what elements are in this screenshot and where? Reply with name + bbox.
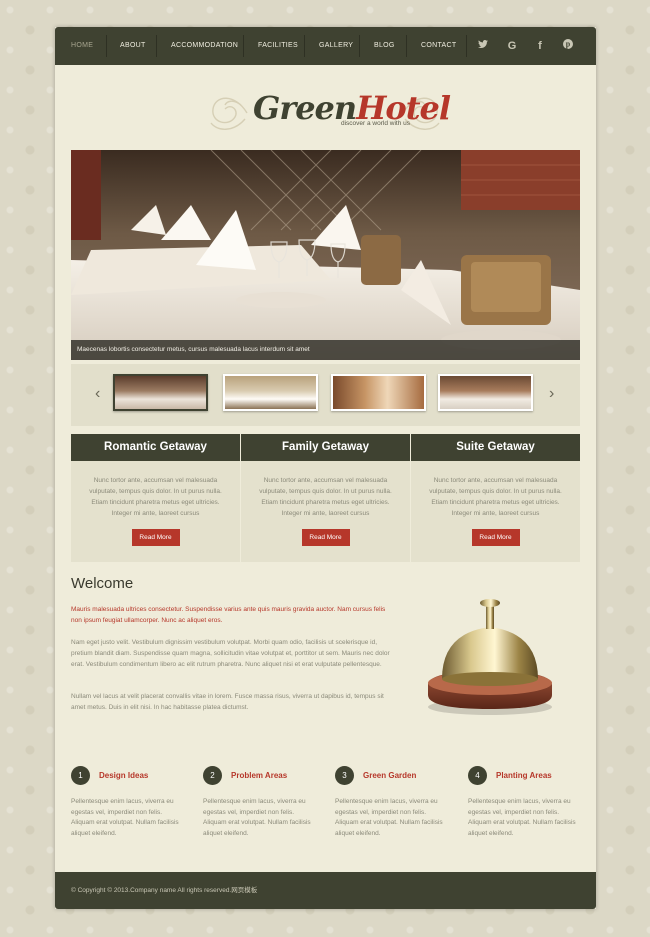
site-logo[interactable]: GreenHotel discover a world with us bbox=[205, 83, 451, 143]
step-number: 2 bbox=[203, 766, 222, 785]
thumbnail-twin-room[interactable] bbox=[438, 374, 533, 411]
facebook-icon[interactable]: f bbox=[532, 38, 548, 54]
nav-divider bbox=[359, 35, 360, 57]
step-text: Pellentesque enim lacus, viverra eu eges… bbox=[468, 798, 576, 837]
copyright-text: © Copyright © 2013.Company name All righ… bbox=[71, 887, 258, 894]
feature-family-getaway: Family Getaway Nunc tortor ante, accumsa… bbox=[241, 434, 410, 562]
google-icon[interactable]: G bbox=[504, 38, 520, 54]
nav-item-facilities[interactable]: FACILITIES bbox=[258, 27, 298, 65]
step-title[interactable]: Green Garden bbox=[363, 771, 416, 780]
step-text: Pellentesque enim lacus, viverra eu eges… bbox=[71, 798, 179, 837]
pinterest-icon[interactable]: p bbox=[560, 38, 576, 54]
feature-text: Nunc tortor ante, accumsan vel malesuada… bbox=[259, 477, 392, 517]
slider-thumbnails: ‹ › bbox=[71, 364, 580, 426]
welcome-lead-text: Mauris malesuada ultrices consectetur. S… bbox=[71, 606, 386, 624]
read-more-button[interactable]: Read More bbox=[471, 529, 520, 546]
step-number: 1 bbox=[71, 766, 90, 785]
nav-item-home[interactable]: HOME bbox=[71, 27, 93, 65]
step-number: 4 bbox=[468, 766, 487, 785]
thumbnail-suite[interactable] bbox=[331, 374, 426, 411]
nav-divider bbox=[243, 35, 244, 57]
nav-item-accommodation[interactable]: ACCOMMODATION bbox=[171, 27, 238, 65]
prev-arrow-icon[interactable]: ‹ bbox=[95, 384, 100, 404]
thumbnail-bedroom[interactable] bbox=[223, 374, 318, 411]
feature-text: Nunc tortor ante, accumsan vel malesuada… bbox=[89, 477, 222, 517]
site-footer: © Copyright © 2013.Company name All righ… bbox=[55, 872, 596, 909]
nav-item-blog[interactable]: BLOG bbox=[374, 27, 395, 65]
feature-title: Family Getaway bbox=[241, 434, 410, 461]
welcome-paragraph: Nam eget justo velit. Vestibulum digniss… bbox=[71, 639, 390, 668]
service-bell-icon bbox=[428, 599, 552, 715]
step-number: 3 bbox=[335, 766, 354, 785]
read-more-button[interactable]: Read More bbox=[301, 529, 350, 546]
feature-text: Nunc tortor ante, accumsan vel malesuada… bbox=[429, 477, 562, 517]
read-more-button[interactable]: Read More bbox=[131, 529, 180, 546]
slider-caption: Maecenas lobortis consectetur metus, cur… bbox=[71, 340, 580, 360]
nav-divider bbox=[106, 35, 107, 57]
step-title[interactable]: Planting Areas bbox=[496, 771, 552, 780]
svg-text:p: p bbox=[566, 40, 571, 49]
step-text: Pellentesque enim lacus, viverra eu eges… bbox=[203, 798, 311, 837]
welcome-heading: Welcome bbox=[71, 575, 134, 592]
step-title[interactable]: Design Ideas bbox=[99, 771, 148, 780]
nav-item-about[interactable]: ABOUT bbox=[120, 27, 146, 65]
nav-item-gallery[interactable]: GALLERY bbox=[319, 27, 353, 65]
nav-divider bbox=[156, 35, 157, 57]
welcome-paragraph: Nullam vel lacus at velit placerat conva… bbox=[71, 693, 384, 711]
thumbnail-restaurant[interactable] bbox=[113, 374, 208, 411]
feature-title: Suite Getaway bbox=[411, 434, 580, 461]
nav-divider bbox=[304, 35, 305, 57]
nav-divider bbox=[406, 35, 407, 57]
top-navigation: HOME ABOUT ACCOMMODATION FACILITIES GALL… bbox=[55, 27, 596, 65]
feature-title: Romantic Getaway bbox=[71, 434, 240, 461]
step-text: Pellentesque enim lacus, viverra eu eges… bbox=[335, 798, 443, 837]
feature-suite-getaway: Suite Getaway Nunc tortor ante, accumsan… bbox=[411, 434, 580, 562]
hero-slider[interactable]: Maecenas lobortis consectetur metus, cur… bbox=[71, 150, 580, 360]
nav-item-contact[interactable]: CONTACT bbox=[421, 27, 456, 65]
page-container: HOME ABOUT ACCOMMODATION FACILITIES GALL… bbox=[55, 27, 596, 909]
next-arrow-icon[interactable]: › bbox=[549, 384, 554, 404]
restaurant-photo bbox=[71, 150, 580, 360]
nav-divider bbox=[466, 35, 467, 57]
feature-romantic-getaway: Romantic Getaway Nunc tortor ante, accum… bbox=[71, 434, 240, 562]
step-title[interactable]: Problem Areas bbox=[231, 771, 287, 780]
logo-tagline: discover a world with us bbox=[341, 120, 410, 127]
twitter-icon[interactable] bbox=[475, 38, 491, 54]
